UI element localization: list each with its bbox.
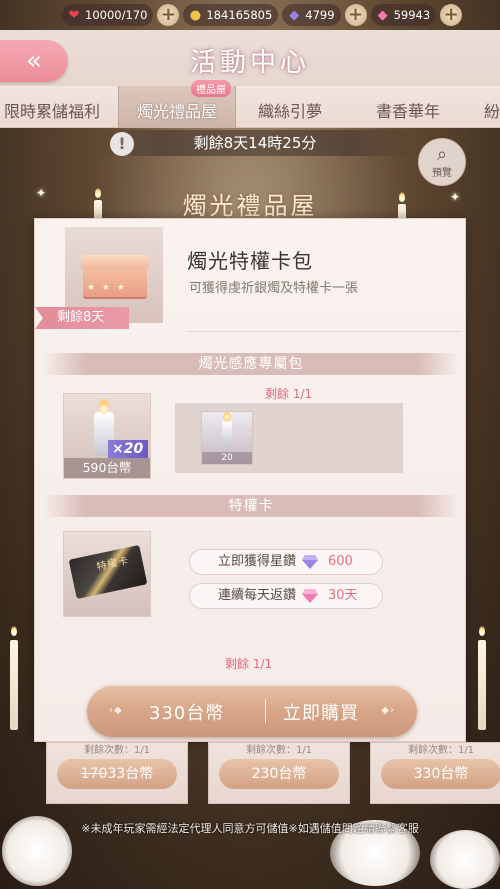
purple-diamond-counter: ◆ 4799: [282, 4, 341, 26]
item-quantity: ×20: [108, 440, 148, 458]
header: « 活動中心: [0, 30, 500, 86]
page-title: 活動中心: [189, 48, 310, 78]
shop-card: 剩餘次數：1/1 330台幣: [370, 742, 500, 804]
perk-value: 600: [328, 554, 353, 569]
divider: [187, 331, 461, 332]
heart-icon: ❤: [68, 7, 80, 23]
purple-diamond-icon: ◆: [289, 7, 300, 23]
section-header-exclusive-pack: 燭光感應專屬包: [43, 353, 459, 375]
package-name: 燭光特權卡包: [187, 249, 313, 273]
package-modal: ★ ★ ★ 剩餘8天 燭光特權卡包 可獲得虔祈銀燭及特權卡一張 燭光感應專屬包 …: [34, 218, 466, 742]
perk-label: 連續每天返鑽: [218, 588, 297, 603]
shop-card-count: 剩餘次數：1/1: [245, 745, 313, 756]
tab-recharge-bonus[interactable]: 限時累儲福利: [4, 98, 100, 122]
buy-price: 330台幣: [149, 703, 225, 724]
shop-card-buy-button[interactable]: 17033台幣: [57, 759, 177, 789]
stamina-counter: ❤ 10000/170: [62, 4, 154, 26]
package-description: 可獲得虔祈銀燭及特權卡一張: [189, 281, 359, 296]
remaining-days-tag: 剩餘8天: [35, 307, 129, 329]
add-stamina-button[interactable]: +: [157, 4, 180, 26]
tab-label: 燭光禮品屋: [136, 102, 217, 121]
pink-diamond-counter: ◆ 59943: [370, 4, 437, 26]
gold-value: 184165805: [206, 8, 273, 22]
tab-bar: 限時累儲福利 禮品屋 燭光禮品屋 織絲引夢 書香華年 紛: [0, 80, 500, 128]
silver-candle-icon: [222, 412, 232, 446]
section2-remaining: 剩餘 1/1: [225, 657, 273, 671]
section-header-privilege-card: 特權卡: [43, 495, 459, 517]
candle-decor: [10, 640, 18, 730]
shop-card-count: 剩餘次數：1/1: [83, 745, 151, 756]
tab-book-fragrance[interactable]: 書香華年: [376, 98, 440, 122]
stamina-value: 10000/170: [85, 8, 148, 22]
add-pink-diamond-button[interactable]: +: [440, 4, 463, 26]
purple-diamond-value: 4799: [305, 8, 335, 22]
perk-label: 立即獲得星鑽: [218, 554, 297, 569]
event-countdown: 剩餘8天14時25分: [95, 130, 415, 156]
buy-action-label: 立即購買: [283, 703, 359, 724]
pink-diamond-icon: [302, 589, 318, 603]
gold-counter: ● 184165805: [183, 4, 279, 26]
purple-diamond-icon: [302, 555, 318, 569]
tab-candle-gift-house[interactable]: 禮品屋 燭光禮品屋: [118, 80, 236, 128]
add-purple-diamond-button[interactable]: +: [344, 4, 367, 26]
shop-card-count: 剩餘次數：1/1: [407, 745, 475, 756]
preview-button[interactable]: ⌕ 預覽: [418, 138, 466, 186]
info-warning-icon[interactable]: !: [110, 132, 134, 156]
shop-card-buy-button[interactable]: 230台幣: [219, 759, 339, 789]
shop-title: 燭光禮品屋: [182, 192, 318, 220]
item-price: 590台幣: [64, 458, 150, 478]
tab-badge: 禮品屋: [191, 80, 231, 97]
section1-remaining: 剩餘 1/1: [265, 387, 313, 401]
candle-decor: [478, 640, 486, 730]
perk-daily-diamonds: 連續每天返鑽 30天: [189, 583, 383, 609]
magnifier-icon: ⌕: [436, 143, 448, 165]
gift-box-icon: ★ ★ ★: [81, 255, 149, 297]
reward-slot-box: 20: [175, 403, 403, 473]
privilege-card-item[interactable]: 特權卡: [63, 531, 151, 617]
tab-silk-dream[interactable]: 織絲引夢: [258, 98, 322, 122]
reward-slot-item[interactable]: 20: [201, 411, 253, 465]
pink-diamond-value: 59943: [393, 8, 431, 22]
candle-flame: [479, 626, 485, 636]
cat-coin-icon: ●: [189, 7, 202, 23]
candle-flame: [11, 626, 17, 636]
perk-value: 30天: [328, 588, 358, 603]
old-price: 170: [80, 766, 108, 782]
shop-card: 剩餘次數：1/1 230台幣: [208, 742, 350, 804]
lily-decor: [430, 830, 500, 889]
privilege-card-icon: 特權卡: [68, 544, 148, 600]
shop-card: 剩餘次數：1/1 17033台幣: [46, 742, 188, 804]
buy-button[interactable]: ‹◆ 330台幣 立即購買 ◆›: [87, 685, 417, 737]
tab-more[interactable]: 紛: [484, 98, 500, 122]
shop-card-buy-button[interactable]: 330台幣: [381, 759, 500, 789]
shop-card-price: 33台幣: [107, 766, 154, 782]
footer-notice: ※未成年玩家需經法定代理人同意方可儲值※如遇儲值問題請聯繫客服: [81, 822, 419, 835]
exclusive-pack-item[interactable]: ×20 590台幣: [63, 393, 151, 479]
preview-label: 預覽: [432, 167, 452, 179]
pink-diamond-icon: ◆: [377, 7, 388, 23]
perk-instant-diamonds: 立即獲得星鑽 600: [189, 549, 383, 575]
resource-bar: ❤ 10000/170 + ● 184165805 ◆ 4799 + ◆ 599…: [0, 0, 500, 30]
reward-slot-count: 20: [202, 452, 252, 464]
